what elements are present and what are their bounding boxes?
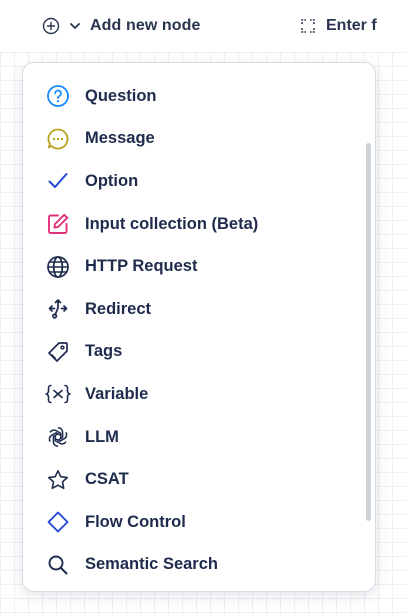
menu-scrollbar[interactable] [366, 143, 371, 521]
menu-item-redirect[interactable]: Redirect [23, 288, 363, 331]
expand-icon [300, 18, 316, 34]
toolbar: Add new node Enter f [0, 0, 406, 52]
menu-item-tags[interactable]: Tags [23, 331, 363, 374]
search-icon [45, 552, 71, 578]
menu-item-input-collection[interactable]: Input collection (Beta) [23, 203, 363, 246]
enter-fullscreen-label: Enter f [326, 17, 377, 34]
menu-item-label: LLM [85, 427, 119, 446]
add-new-node-button[interactable]: Add new node [42, 12, 201, 40]
menu-item-label: Tags [85, 342, 123, 361]
diamond-icon [45, 509, 71, 535]
tag-icon [45, 339, 71, 365]
menu-item-question[interactable]: Question [23, 75, 363, 118]
menu-item-label: Semantic Search [85, 555, 218, 574]
menu-item-label: Variable [85, 384, 149, 403]
menu-item-flow-control[interactable]: Flow Control [23, 501, 363, 544]
enter-fullscreen-button[interactable]: Enter f [300, 12, 377, 40]
menu-item-llm[interactable]: LLM [23, 416, 363, 459]
edit-icon [45, 211, 71, 237]
variable-icon [45, 381, 71, 407]
menu-item-message[interactable]: Message [23, 118, 363, 161]
menu-item-http-request[interactable]: HTTP Request [23, 245, 363, 288]
menu-item-label: CSAT [85, 470, 129, 489]
redirect-icon [45, 296, 71, 322]
globe-icon [45, 254, 71, 280]
node-type-list: Question Message Option Input collection… [23, 75, 363, 586]
openai-icon [45, 424, 71, 450]
menu-item-semantic-search[interactable]: Semantic Search [23, 544, 363, 587]
menu-item-label: Flow Control [85, 512, 186, 531]
menu-item-label: Option [85, 171, 139, 190]
menu-item-label: Question [85, 86, 157, 105]
chevron-down-icon [68, 19, 82, 33]
menu-item-option[interactable]: Option [23, 160, 363, 203]
menu-item-label: Input collection (Beta) [85, 214, 259, 233]
question-icon [45, 83, 71, 109]
message-icon [45, 126, 71, 152]
plus-circle-icon [42, 17, 60, 35]
check-icon [45, 168, 71, 194]
add-new-node-label: Add new node [90, 17, 201, 34]
menu-item-csat[interactable]: CSAT [23, 458, 363, 501]
menu-item-label: HTTP Request [85, 257, 198, 276]
menu-item-label: Message [85, 129, 155, 148]
star-icon [45, 467, 71, 493]
menu-item-label: Redirect [85, 299, 152, 318]
add-node-dropdown-menu: Question Message Option Input collection… [22, 62, 376, 592]
menu-item-variable[interactable]: Variable [23, 373, 363, 416]
